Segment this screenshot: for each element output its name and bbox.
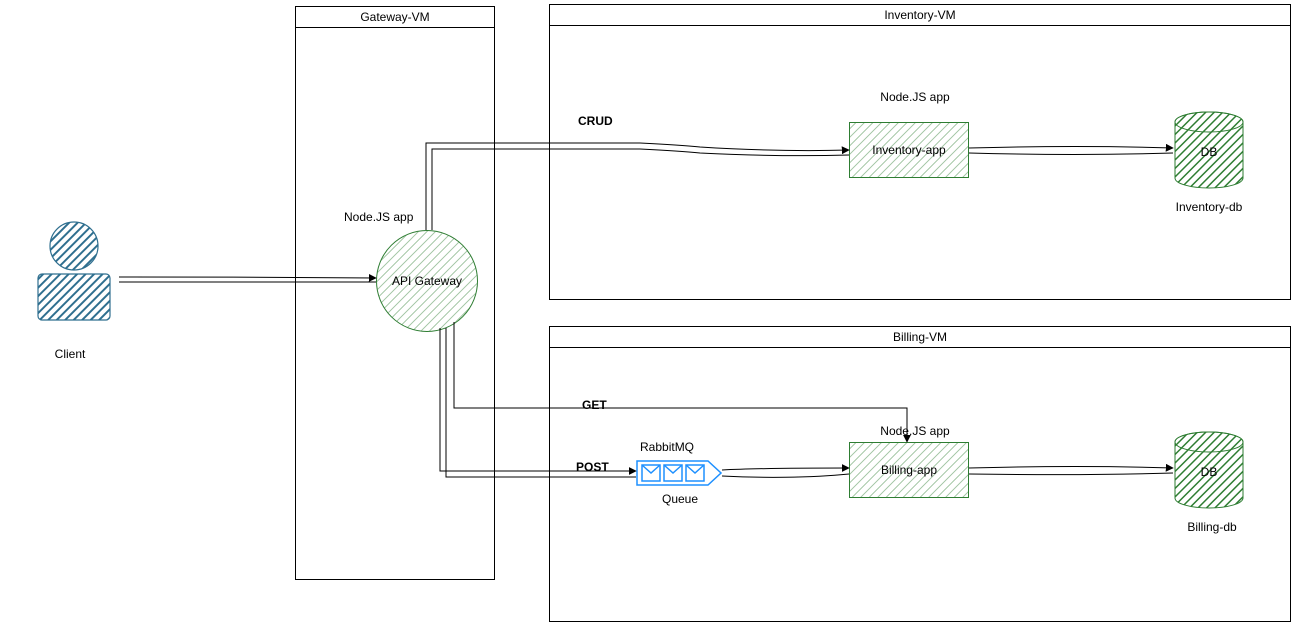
queue-bottom-label: Queue (650, 492, 710, 506)
billing-app-box: Billing-app (849, 442, 969, 498)
inventory-db-caption: Inventory-db (1173, 200, 1245, 214)
api-gateway-node: API Gateway (376, 230, 478, 332)
inventory-app-box: Inventory-app (849, 122, 969, 178)
api-gateway-label: API Gateway (377, 231, 477, 331)
billing-nodejs-label: Node.JS app (870, 424, 960, 438)
billing-db-caption: Billing-db (1176, 520, 1248, 534)
inventory-vm-title: Inventory-VM (549, 4, 1291, 26)
client-label: Client (40, 347, 100, 361)
queue-shape (636, 460, 722, 486)
queue-top-label: RabbitMQ (640, 440, 712, 454)
inventory-app-label: Inventory-app (850, 123, 968, 177)
edge-get-label: GET (582, 398, 607, 412)
billing-db-label: DB (1173, 465, 1245, 479)
client-actor (28, 220, 120, 350)
inventory-db-label: DB (1173, 145, 1245, 159)
billing-app-label: Billing-app (850, 443, 968, 497)
billing-db: DB (1173, 430, 1245, 510)
billing-vm-title: Billing-VM (549, 326, 1291, 348)
gateway-nodejs-label: Node.JS app (344, 210, 434, 224)
gateway-vm-title: Gateway-VM (295, 6, 495, 28)
edge-post-label: POST (576, 460, 609, 474)
inventory-db: DB (1173, 110, 1245, 190)
inventory-nodejs-label: Node.JS app (870, 90, 960, 104)
edge-crud-label: CRUD (578, 114, 613, 128)
